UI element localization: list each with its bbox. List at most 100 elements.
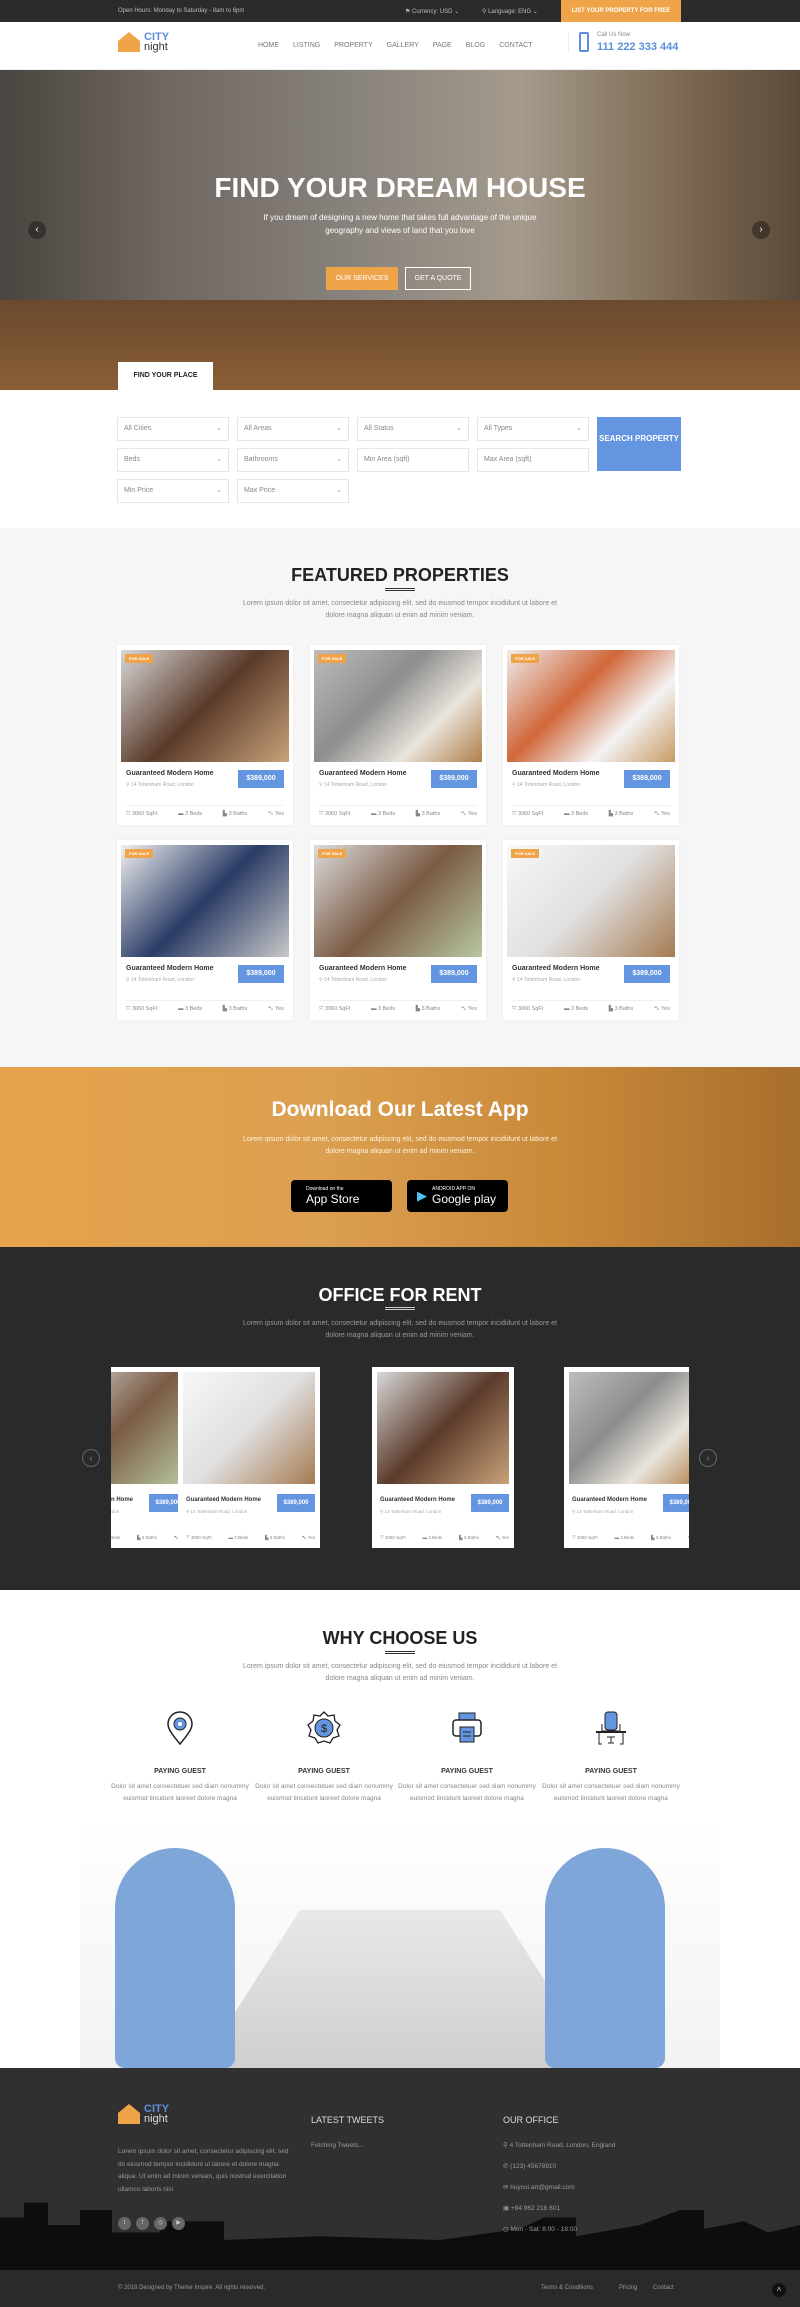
office-title-footer: OUR OFFICE	[503, 2115, 559, 2125]
footer-about: Lorem ipsum dolor sit amet, consectetur …	[118, 2148, 289, 2193]
facebook-icon[interactable]: f	[136, 2217, 149, 2230]
address-text: 14 Tottenham Road, London	[576, 1509, 634, 1514]
property-title[interactable]: Guaranteed Modern Home	[186, 1497, 261, 1503]
feature-title: PAYING GUEST	[441, 1768, 493, 1775]
contact-link[interactable]: Contact	[653, 2285, 674, 2291]
feature-desc: Dolor sit amet consectetuer sed diam non…	[255, 1783, 393, 1802]
office-address: ⚲ 4 Tottenham Road, London, England	[503, 2140, 615, 2153]
baths-feature: ▙ 3 Baths	[651, 1535, 671, 1542]
address-text: 14 Tottenham Road, London	[190, 1509, 248, 1514]
office-card[interactable]: Guaranteed Modern Home ⚲ 14 Tottenham Roa…	[178, 1367, 320, 1548]
location-gear-icon	[162, 1710, 198, 1746]
feature-title: PAYING GUEST	[154, 1768, 206, 1775]
printer-icon	[449, 1710, 485, 1746]
feature-item: PAYING GUEST Dolor sit amet consectetuer …	[110, 1710, 250, 1805]
map-pin-icon: ⚲	[503, 2142, 508, 2149]
area-feature: ⤧ 3060 SqFt	[186, 1535, 212, 1542]
address-text: 14 Tottenham Road, London	[384, 1509, 442, 1514]
man-right-image	[545, 1848, 665, 2068]
youtube-icon[interactable]: ▶	[172, 2217, 185, 2230]
office-card[interactable]: Guaranteed Modern Home ⚲ 14 Tottenham Roa…	[564, 1367, 689, 1548]
address-text: 4 Tottenham Road, London, England	[509, 2142, 616, 2149]
garage-feature: ⛍ Yes	[496, 1535, 509, 1542]
copyright: © 2018 Designed by Theme Inspire. All ri…	[118, 2285, 266, 2291]
chevron-left-icon[interactable]: ‹	[28, 221, 46, 239]
chevron-left-icon[interactable]: ‹	[82, 1449, 100, 1467]
property-features: ⤧ 3060 SqFt▬ 3 Beds▙ 3 Baths⛍ Yes	[111, 1535, 187, 1542]
tweets-text: Fetching Tweets...	[311, 2142, 364, 2149]
car-icon: ⛍	[688, 1535, 689, 1540]
baths-feature: ▙ 3 Baths	[265, 1535, 285, 1542]
office-card[interactable]: Guaranteed Modern Home ⚲ 14 Tottenham Roa…	[372, 1367, 514, 1548]
garage-feature: ⛍ Yes	[302, 1535, 315, 1542]
beds-value: 3 Beds	[428, 1535, 443, 1540]
property-address: ⚲ 14 Tottenham Road, London	[572, 1509, 633, 1515]
feature-title: PAYING GUEST	[585, 1768, 637, 1775]
svg-text:$: $	[321, 1723, 327, 1735]
twitter-icon[interactable]: t	[118, 2217, 131, 2230]
garage-value: Yes	[501, 1535, 509, 1540]
property-image[interactable]	[183, 1372, 315, 1484]
title-underline	[385, 1651, 415, 1654]
price-badge: $389,000	[663, 1494, 689, 1512]
fax-text: +84 962 216 601	[510, 2205, 560, 2212]
garage-value: Yes	[307, 1535, 315, 1540]
property-image[interactable]	[569, 1372, 689, 1484]
chevron-right-icon[interactable]: ›	[752, 221, 770, 239]
property-title[interactable]: Guaranteed Modern Home	[572, 1497, 647, 1503]
property-image[interactable]	[111, 1372, 187, 1484]
baths-value: 3 Baths	[141, 1535, 158, 1540]
beds-feature: ▬ 3 Beds	[422, 1535, 442, 1542]
address-text: 14 Tottenham Road, London	[111, 1509, 120, 1514]
office-email[interactable]: ✉ huycoi.art@gmail.com	[503, 2182, 575, 2195]
house-logo-icon	[118, 2104, 140, 2124]
property-title[interactable]: Guaranteed Modern Home	[380, 1497, 455, 1503]
footer-logo[interactable]: CITY night	[118, 2104, 169, 2125]
feature-desc: Dolor sit amet consectetuer sed diam non…	[398, 1783, 536, 1802]
beds-value: 3 Beds	[111, 1535, 121, 1540]
area-value: 3060 SqFt	[384, 1535, 406, 1540]
area-value: 3060 SqFt	[576, 1535, 598, 1540]
baths-feature: ▙ 3 Baths	[137, 1535, 157, 1542]
feature-item: PAYING GUEST Dolor sit amet consectetuer …	[397, 1710, 537, 1805]
area-value: 3060 SqFt	[190, 1535, 212, 1540]
email-text: huycoi.art@gmail.com	[510, 2184, 575, 2191]
man-left-image	[115, 1848, 235, 2068]
feature-item: PAYING GUEST Dolor sit amet consectetuer …	[541, 1710, 681, 1805]
office-fax: ▣ +84 962 216 601	[503, 2203, 560, 2216]
property-features: ⤧ 3060 SqFt ▬ 3 Beds ▙ 3 Baths ⛍ Yes	[572, 1535, 689, 1542]
back-to-top-icon[interactable]: ˄	[772, 2283, 786, 2297]
hours-text: Mon - Sat: 8:00 - 18:00	[510, 2226, 577, 2233]
dribbble-icon[interactable]: ◎	[154, 2217, 167, 2230]
terms-link[interactable]: Terms & Conditions	[541, 2285, 593, 2291]
phone-icon: ✆	[503, 2163, 509, 2170]
beds-value: 3 Beds	[620, 1535, 635, 1540]
price-badge: $389,000	[277, 1494, 315, 1512]
property-image[interactable]	[377, 1372, 509, 1484]
feature-desc: Dolor sit amet consectetuer sed diam non…	[542, 1783, 680, 1802]
dollar-badge-icon: $	[306, 1710, 342, 1746]
why-title: WHY CHOOSE US	[322, 1628, 478, 1648]
garage-feature: ⛍ Yes	[688, 1535, 689, 1542]
property-address: ⚲ 14 Tottenham Road, London	[111, 1509, 119, 1515]
baths-value: 3 Baths	[655, 1535, 672, 1540]
pricing-link[interactable]: Pricing	[619, 2285, 637, 2291]
office-phone: ✆ (123) 45678910	[503, 2161, 556, 2174]
tweets-title: LATEST TWEETS	[311, 2115, 385, 2125]
office-hours: ◷ Mon - Sat: 8:00 - 18:00	[503, 2224, 577, 2237]
desk-chair-icon	[593, 1710, 629, 1746]
property-title[interactable]: Guaranteed Modern Home	[111, 1497, 133, 1503]
logo-bottom: night	[144, 2113, 168, 2125]
area-feature: ⤧ 3060 SqFt	[380, 1535, 406, 1542]
beds-feature: ▬ 3 Beds	[614, 1535, 634, 1542]
baths-value: 3 Baths	[463, 1535, 480, 1540]
property-features: ⤧ 3060 SqFt▬ 3 Beds▙ 3 Baths⛍ Yes	[186, 1535, 315, 1542]
feature-title: PAYING GUEST	[298, 1768, 350, 1775]
why-desc: Lorem ipsum dolor sit amet, consectetur …	[243, 1663, 557, 1682]
baths-feature: ▙ 3 Baths	[459, 1535, 479, 1542]
chevron-right-icon[interactable]: ›	[699, 1449, 717, 1467]
property-address: ⚲ 14 Tottenham Road, London	[186, 1509, 247, 1515]
area-feature: ⤧ 3060 SqFt	[572, 1535, 598, 1542]
property-features: ⤧ 3060 SqFt ▬ 3 Beds ▙ 3 Baths ⛍ Yes	[380, 1535, 509, 1542]
beds-value: 3 Beds	[234, 1535, 249, 1540]
